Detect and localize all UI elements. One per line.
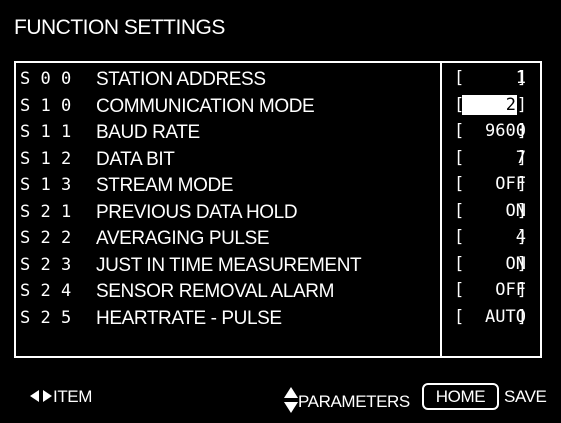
settings-row[interactable]: S 1 1 BAUD RATE[9600] [16,120,540,147]
setting-label: DATA BIT [96,148,175,170]
value-bracket-right: ] [516,280,527,300]
page-title: FUNCTION SETTINGS [14,16,225,39]
setting-label: STATION ADDRESS [96,69,266,90]
setting-label: COMMUNICATION MODE [96,95,315,117]
value-bracket-left: [ [454,147,465,168]
value-bracket-left: [ [454,227,465,247]
settings-row[interactable]: S 2 2 AVERAGING PULSE[4] [16,226,540,253]
setting-label: AVERAGING PULSE [96,228,270,249]
value-bracket-left: [ [454,306,465,327]
setting-code: S 1 0 [20,95,72,116]
value-bracket-left: [ [454,280,465,300]
setting-label: JUST IN TIME MEASUREMENT [96,254,362,276]
setting-code: S 2 2 [20,228,72,248]
setting-label: BAUD RATE [96,122,200,143]
value-bracket-right: ] [516,174,527,194]
value-bracket-left: [ [454,253,465,274]
setting-code: S 0 0 [20,69,72,89]
settings-row[interactable]: S 1 0 COMMUNICATION MODE[2] [16,94,540,121]
left-right-arrows-icon [30,388,52,408]
settings-row[interactable]: S 2 5 HEARTRATE - PULSE[AUTO] [16,306,540,333]
home-button[interactable]: HOME [422,383,499,410]
value-bracket-right: ] [516,253,527,274]
value-bracket-right: ] [516,94,527,115]
settings-table: S 0 0 STATION ADDRESS[1] S 1 0 COMMUNICATIO… [14,61,542,358]
setting-code: S 1 3 [20,175,72,195]
setting-label: HEARTRATE - PULSE [96,307,282,329]
value-bracket-right: ] [516,68,527,88]
value-bracket-right: ] [516,147,527,168]
setting-code: S 1 2 [20,148,72,169]
footer-bar: ITEM PARAMETERS HOME SAVE [0,380,561,414]
up-down-arrows-icon [284,387,298,418]
value-bracket-left: [ [454,121,465,141]
settings-row[interactable]: S 2 4 SENSOR REMOVAL ALARM[OFF] [16,279,540,306]
parameters-nav-hint[interactable]: PARAMETERS [284,387,410,418]
parameters-label: PARAMETERS [298,391,410,411]
setting-code: S 2 4 [20,281,72,301]
setting-value-selected[interactable]: 2 [461,94,517,115]
setting-code: S 1 1 [20,122,72,142]
setting-code: S 2 3 [20,254,72,275]
value-bracket-right: ] [516,121,527,141]
value-bracket-right: ] [516,200,527,221]
item-label: ITEM [53,387,93,406]
settings-row[interactable]: S 2 3 JUST IN TIME MEASUREMENT[ON] [16,253,540,280]
setting-code: S 2 5 [20,307,72,328]
value-bracket-left: [ [454,68,465,88]
value-bracket-right: ] [516,306,527,327]
item-nav-hint[interactable]: ITEM [30,387,92,408]
setting-label: PREVIOUS DATA HOLD [96,201,298,223]
value-bracket-left: [ [454,200,465,221]
settings-row[interactable]: S 0 0 STATION ADDRESS[1] [16,67,540,94]
settings-row[interactable]: S 1 2 DATA BIT[7] [16,147,540,174]
value-bracket-left: [ [454,174,465,194]
settings-row[interactable]: S 2 1 PREVIOUS DATA HOLD[ON] [16,200,540,227]
value-bracket-right: ] [516,227,527,247]
setting-label: STREAM MODE [96,175,234,196]
settings-rows: S 0 0 STATION ADDRESS[1] S 1 0 COMMUNICATIO… [16,67,540,332]
settings-row[interactable]: S 1 3 STREAM MODE[OFF] [16,173,540,200]
save-label: SAVE [504,387,547,406]
setting-code: S 2 1 [20,201,72,222]
function-settings-screen: FUNCTION SETTINGS S 0 0 STATION ADDRESS[1… [0,0,561,423]
setting-label: SENSOR REMOVAL ALARM [96,281,335,302]
